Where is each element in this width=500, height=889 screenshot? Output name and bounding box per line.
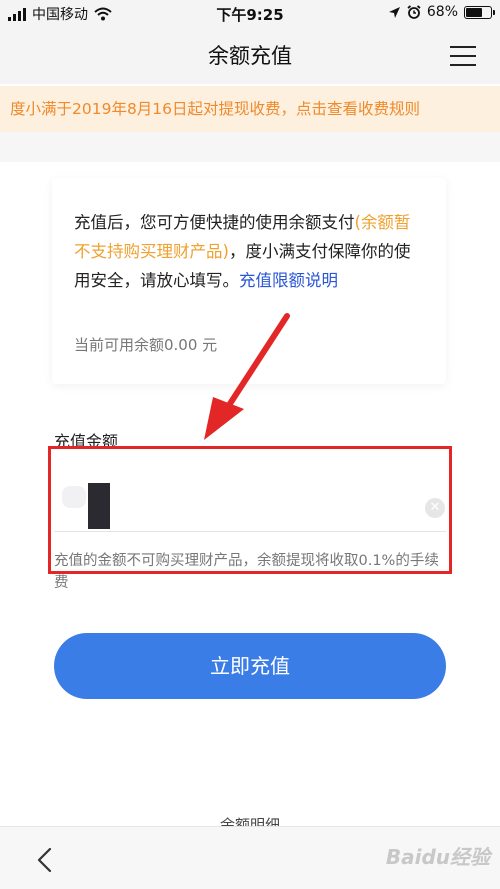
info-text: 充值后，您可方便快捷的使用余额支付(余额暂不支持购买理财产品)，度小满支付保障你… (74, 208, 426, 295)
wifi-icon (94, 7, 112, 21)
nav-bar: 余额充值 (0, 28, 500, 84)
menu-line (450, 46, 476, 48)
balance-detail-link[interactable]: 余额明细 (0, 812, 500, 826)
redacted-blur (62, 486, 86, 508)
list-icon[interactable] (450, 46, 476, 66)
redacted-value (88, 483, 110, 529)
close-circle-icon[interactable]: ✕ (425, 498, 445, 518)
info-text-part: 充值后，您可方便快捷的使用余额支付 (74, 213, 355, 232)
section-separator (0, 132, 500, 162)
watermark-logo: Baidu经验 (385, 845, 490, 869)
amount-note: 充值的金额不可购买理财产品，余额提现将收取0.1%的手续费 (54, 553, 439, 591)
signal-icon (8, 7, 26, 21)
amount-input[interactable] (54, 478, 446, 532)
location-arrow-icon (388, 6, 400, 18)
alarm-icon (407, 5, 421, 19)
status-left: 中国移动 (8, 4, 112, 24)
available-balance: 当前可用余额0.00 元 (74, 336, 218, 354)
info-card: 充值后，您可方便快捷的使用余额支付(余额暂不支持购买理财产品)，度小满支付保障你… (52, 178, 446, 384)
recharge-now-button[interactable]: 立即充值 (54, 633, 446, 699)
bottom-toolbar: Baidu经验 (0, 826, 500, 889)
limit-info-link[interactable]: 充值限额说明 (239, 271, 338, 290)
carrier-label: 中国移动 (32, 7, 88, 23)
amount-label: 充值金额 (54, 432, 119, 451)
status-right: 68% (388, 4, 495, 20)
fee-notice-banner[interactable]: 度小满于2019年8月16日起对提现收费，点击查看收费规则 (0, 86, 500, 132)
chevron-left-icon[interactable] (34, 847, 56, 873)
battery-icon (464, 5, 495, 19)
page-title: 余额充值 (208, 44, 292, 68)
battery-fill (466, 7, 483, 17)
menu-line (450, 64, 476, 66)
menu-line (450, 55, 476, 57)
status-bar: 中国移动 下午9:25 68% (0, 0, 500, 28)
battery-percent: 68% (426, 4, 458, 20)
